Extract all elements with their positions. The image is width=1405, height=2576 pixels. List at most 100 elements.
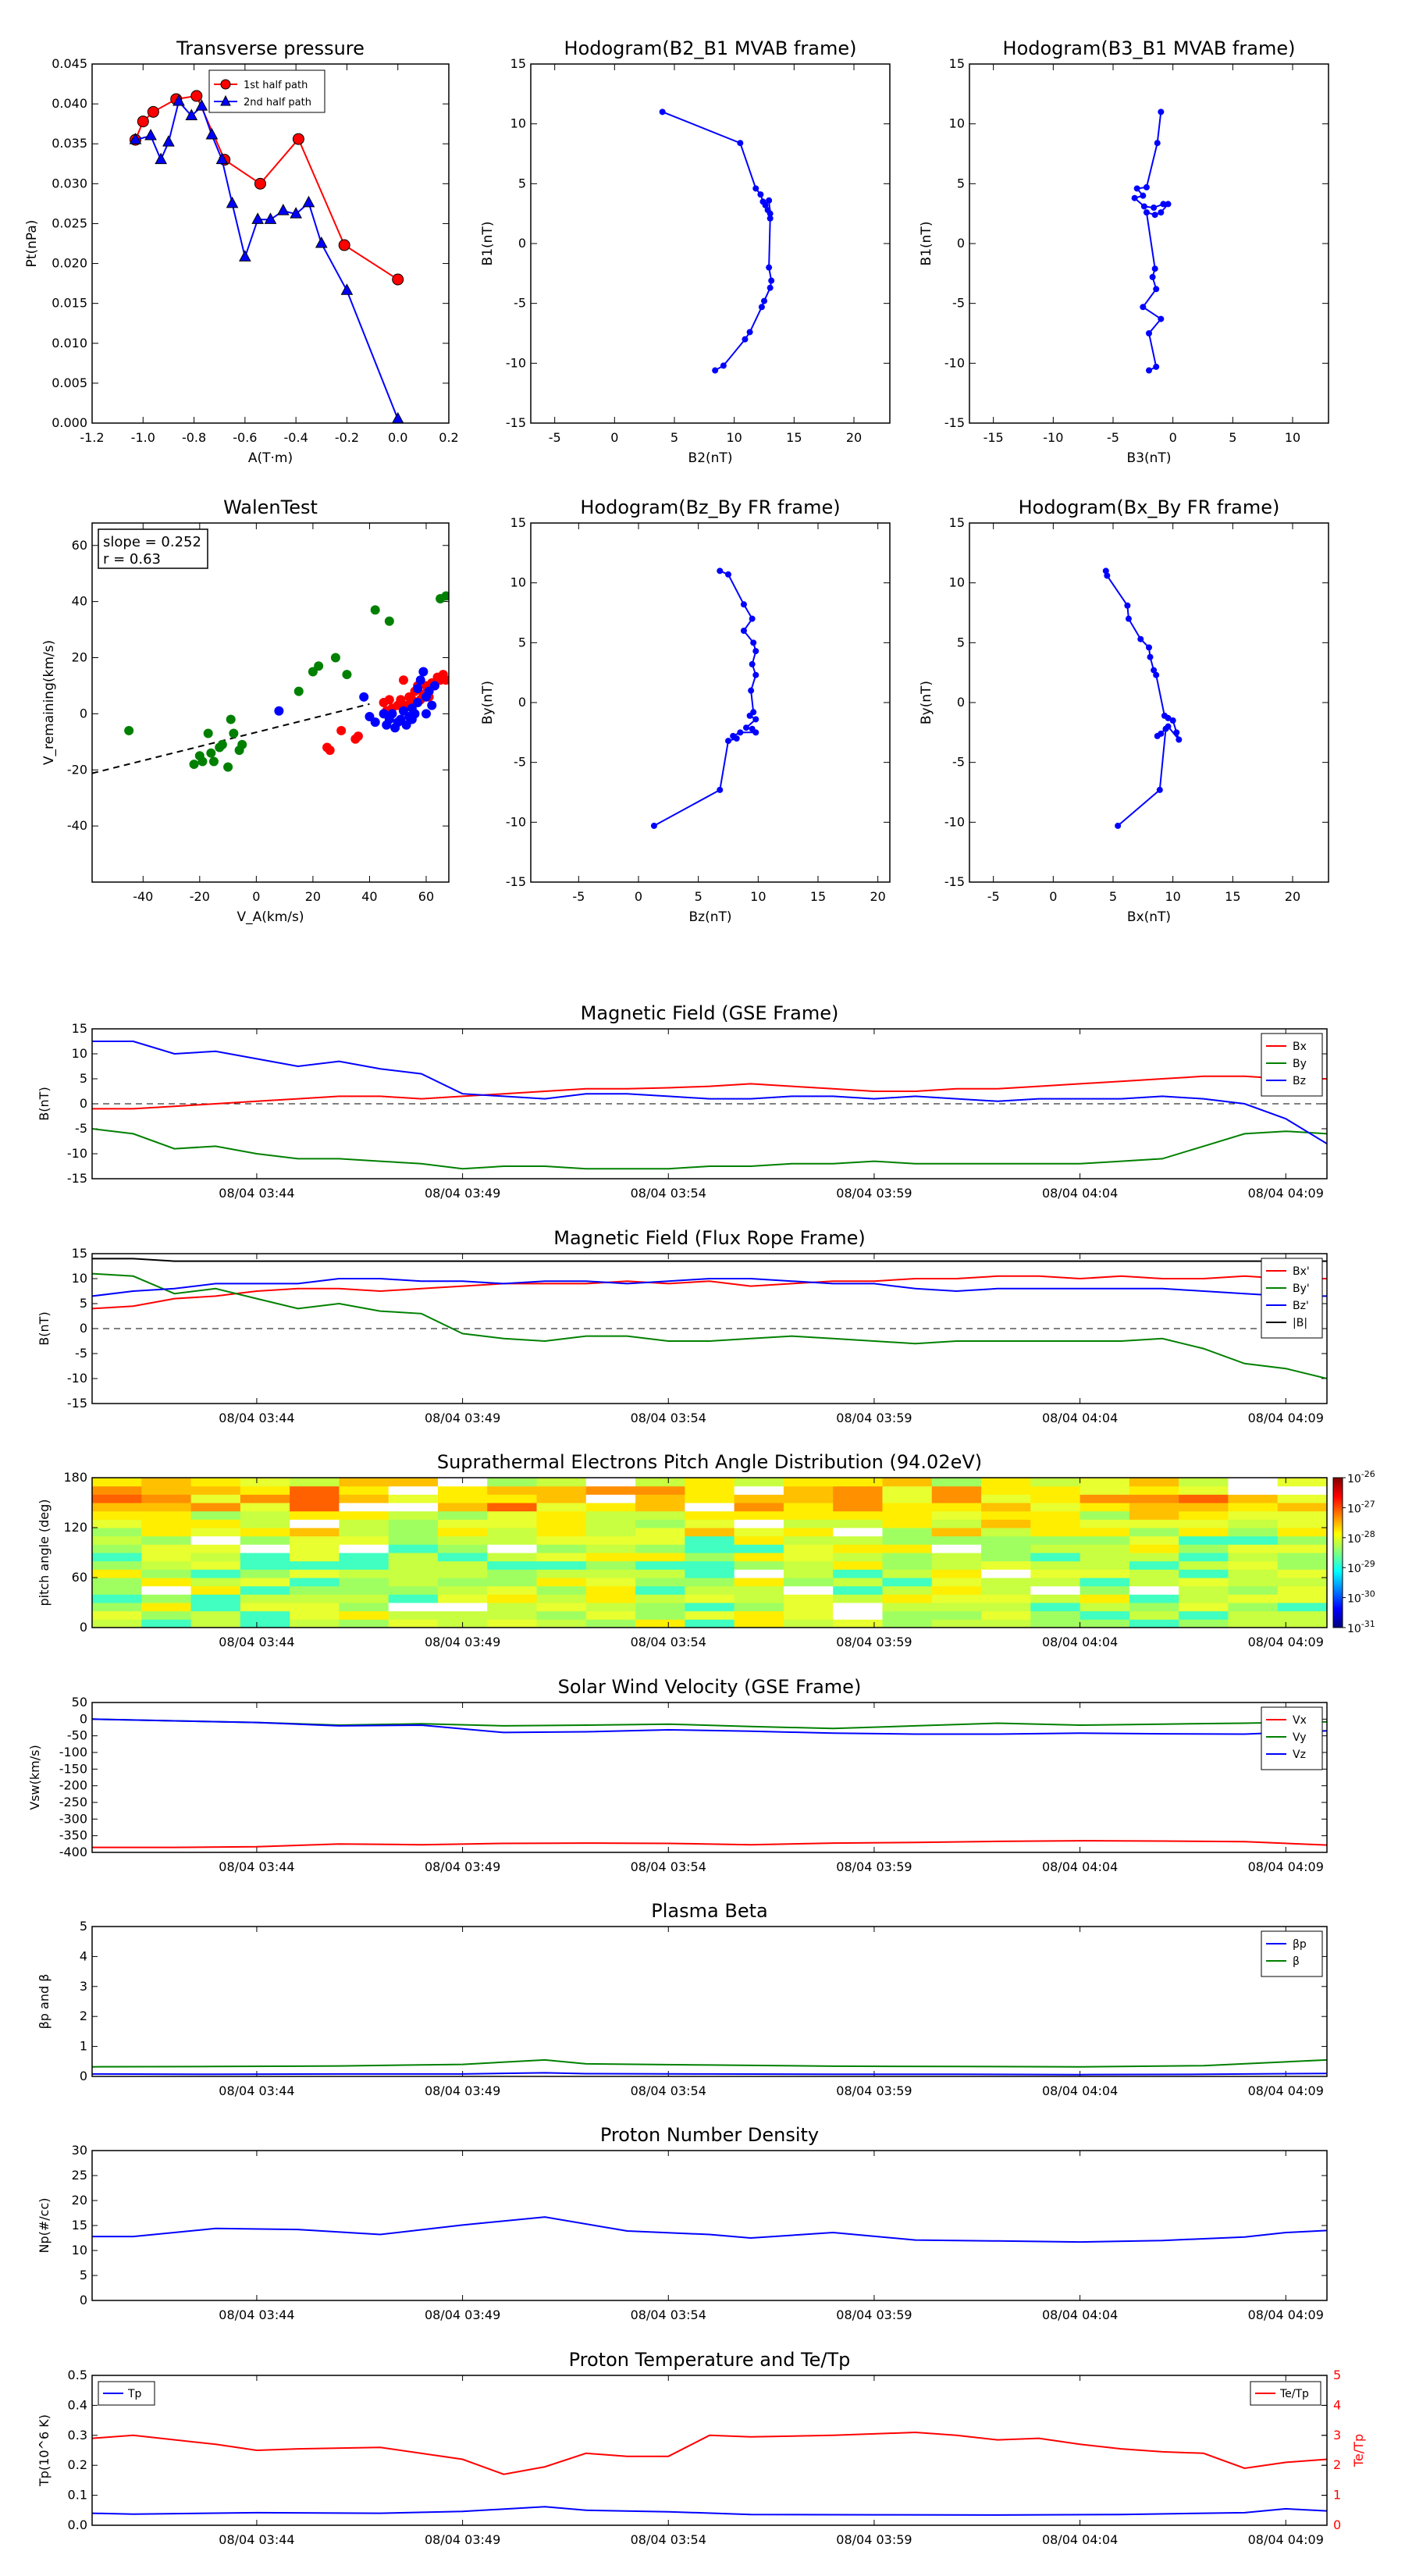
panel-h1: Hodogram(B2_B1 MVAB frame) -5 0 5 10 15 20 -15 -… bbox=[480, 37, 891, 466]
heatmap-cell bbox=[783, 1510, 834, 1520]
x-tick-label: 08/04 03:44 bbox=[219, 2532, 294, 2547]
heatmap-cell bbox=[141, 1578, 192, 1587]
heatmap-cell bbox=[141, 1610, 192, 1620]
heatmap-cell bbox=[1030, 1535, 1081, 1545]
heatmap-cell bbox=[487, 1553, 538, 1562]
y-tick-label: -5 bbox=[952, 296, 965, 311]
heatmap-cell bbox=[635, 1569, 685, 1578]
heatmap-cell bbox=[783, 1485, 834, 1495]
heatmap-cell bbox=[1228, 1510, 1279, 1520]
heatmap-cell bbox=[437, 1519, 488, 1528]
heatmap-cell bbox=[1179, 1485, 1229, 1495]
heatmap-cell bbox=[734, 1510, 784, 1520]
y-tick-label: -10 bbox=[506, 814, 526, 829]
panel-tp: Proton Temperature and Te/Tp 08/04 03:44 0… bbox=[37, 2349, 1366, 2547]
heatmap-cell bbox=[882, 1610, 933, 1620]
data-point bbox=[748, 687, 755, 694]
heatmap-cell bbox=[635, 1478, 685, 1487]
scatter-point bbox=[293, 686, 304, 696]
heatmap-cell bbox=[536, 1503, 587, 1512]
data-point bbox=[650, 822, 657, 829]
heatmap-cell bbox=[290, 1519, 340, 1528]
heatmap-cell bbox=[92, 1519, 142, 1528]
heatmap-cell bbox=[290, 1503, 340, 1512]
heatmap-cell bbox=[981, 1619, 1031, 1628]
heatmap-cell bbox=[585, 1494, 636, 1503]
data-point bbox=[1158, 209, 1165, 216]
legend-box bbox=[1261, 1930, 1323, 1977]
heatmap-cell bbox=[685, 1603, 735, 1612]
heatmap-cell bbox=[833, 1544, 883, 1553]
panel-pad: Suprathermal Electrons Pitch Angle Distr… bbox=[37, 1451, 1375, 1649]
heatmap-cell bbox=[437, 1569, 488, 1578]
heatmap-cell bbox=[1179, 1553, 1229, 1562]
y-tick-label: 10 bbox=[72, 1046, 87, 1061]
y-axis-label: βp and β bbox=[37, 1974, 52, 2030]
heatmap-cell bbox=[1129, 1528, 1179, 1537]
heatmap-cell bbox=[981, 1610, 1031, 1620]
heatmap-cell bbox=[734, 1578, 784, 1587]
heatmap-cell bbox=[1129, 1603, 1179, 1612]
heatmap-cell bbox=[190, 1569, 241, 1578]
scatter-point bbox=[398, 675, 408, 685]
heatmap-cell bbox=[290, 1603, 340, 1612]
data-point bbox=[1131, 194, 1138, 201]
panel-vsw: Solar Wind Velocity (GSE Frame) 08/04 03:… bbox=[27, 1676, 1328, 1874]
y-tick-label: 5 bbox=[80, 1071, 87, 1086]
x-tick-label: 08/04 03:44 bbox=[219, 1635, 294, 1649]
y-tick-label: -40 bbox=[67, 818, 87, 833]
x-tick-label: 10 bbox=[1165, 889, 1180, 904]
heatmap-cell bbox=[1277, 1619, 1328, 1628]
heatmap-cell bbox=[833, 1594, 883, 1603]
heatmap-cell bbox=[290, 1494, 340, 1503]
heatmap-cell bbox=[882, 1544, 933, 1553]
x-tick-label: -10 bbox=[1043, 430, 1063, 445]
data-point bbox=[1162, 725, 1169, 732]
y-tick-label: 0.0 bbox=[68, 2517, 87, 2532]
data-point bbox=[758, 304, 765, 311]
panel-bgse: Magnetic Field (GSE Frame) 08/04 03:44 08/… bbox=[37, 1002, 1328, 1201]
heatmap-cell bbox=[1129, 1478, 1179, 1487]
y-axis-label: Pt(nPa) bbox=[24, 220, 40, 268]
heatmap-cell bbox=[734, 1619, 784, 1628]
y-tick-label: 50 bbox=[72, 1695, 87, 1710]
heatmap-cell bbox=[783, 1594, 834, 1603]
heatmap-cell bbox=[931, 1603, 982, 1612]
heatmap-cell bbox=[339, 1569, 389, 1578]
heatmap-cell bbox=[339, 1610, 389, 1620]
x-tick-label: 10 bbox=[1285, 430, 1300, 445]
heatmap-cell bbox=[388, 1485, 439, 1495]
heatmap-cell bbox=[190, 1510, 241, 1520]
y-tick-label: -10 bbox=[67, 1371, 87, 1386]
heatmap-cell bbox=[1277, 1610, 1328, 1620]
heatmap-cell bbox=[1179, 1494, 1229, 1503]
x-tick-label: 08/04 03:44 bbox=[219, 1859, 294, 1874]
scatter-point bbox=[384, 695, 394, 705]
heatmap-cell bbox=[783, 1553, 834, 1562]
data-point bbox=[1154, 732, 1161, 739]
heatmap-cell bbox=[190, 1494, 241, 1503]
y-tick-label: -150 bbox=[59, 1761, 87, 1776]
heatmap-cell bbox=[833, 1494, 883, 1503]
scatter-point bbox=[418, 667, 429, 677]
heatmap-cell bbox=[1179, 1528, 1229, 1537]
heatmap-cell bbox=[685, 1528, 735, 1537]
x-tick-label: 08/04 03:49 bbox=[425, 1411, 500, 1425]
heatmap-cell bbox=[635, 1528, 685, 1537]
y-tick-label: 5 bbox=[80, 2268, 87, 2282]
data-point bbox=[757, 191, 764, 198]
heatmap-cell bbox=[1277, 1494, 1328, 1503]
heatmap-cell bbox=[585, 1503, 636, 1512]
scatter-point bbox=[413, 684, 423, 694]
heatmap-cell bbox=[833, 1510, 883, 1520]
heatmap-cell bbox=[585, 1610, 636, 1620]
y-tick-label: 0.000 bbox=[52, 415, 87, 430]
y-tick-label: 10 bbox=[949, 575, 965, 590]
data-point bbox=[746, 329, 753, 336]
heatmap-cell bbox=[981, 1510, 1031, 1520]
heatmap-cell bbox=[92, 1553, 142, 1562]
heatmap-cell bbox=[833, 1560, 883, 1570]
y-tick-label: -5 bbox=[952, 755, 965, 770]
heatmap-cell bbox=[388, 1503, 439, 1512]
heatmap-cell bbox=[437, 1528, 488, 1537]
